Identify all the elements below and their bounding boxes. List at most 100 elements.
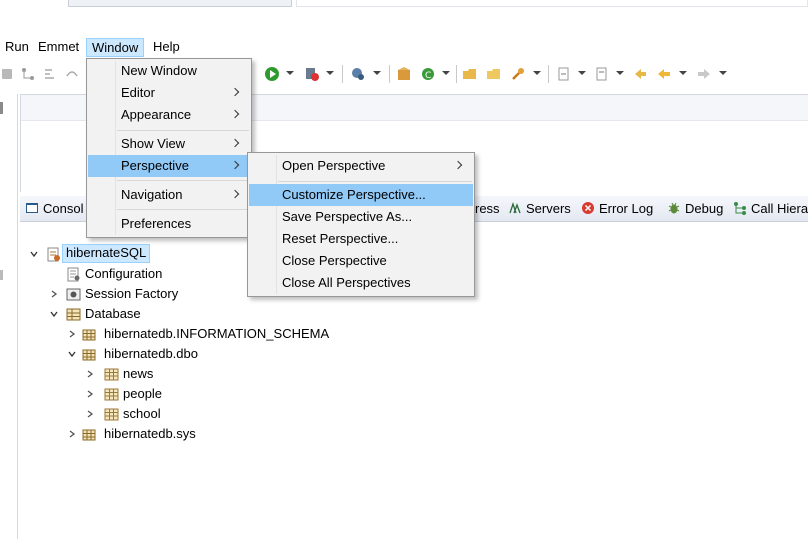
tree-schema-label: hibernatedb.sys: [104, 426, 196, 441]
submenu-arrow-icon: [230, 87, 240, 97]
chevron-down-icon[interactable]: [68, 350, 76, 358]
menu-item-label: Reset Perspective...: [282, 231, 399, 246]
trim-icon[interactable]: [0, 102, 6, 114]
tree-node-table[interactable]: school: [86, 404, 286, 424]
tree-node-schema[interactable]: hibernatedb.INFORMATION_SCHEMA: [68, 324, 388, 344]
tab-servers[interactable]: Servers: [508, 200, 571, 218]
tree-node-table[interactable]: people: [86, 384, 286, 404]
external-tools-icon[interactable]: [350, 66, 366, 82]
new-package-icon[interactable]: [396, 66, 412, 82]
external-tools-dropdown-icon[interactable]: [373, 71, 381, 75]
run-server-dropdown-icon[interactable]: [326, 71, 334, 75]
step-over-icon[interactable]: [64, 66, 80, 82]
next-annotation-icon[interactable]: [556, 66, 572, 82]
menu-item-open-perspective[interactable]: Open Perspective: [249, 155, 473, 177]
menu-window[interactable]: Window: [86, 38, 145, 57]
tree-node-database[interactable]: Database: [50, 304, 250, 324]
debug-bug-icon: [668, 202, 680, 214]
menu-item-new-window[interactable]: New Window: [88, 60, 250, 82]
back-icon[interactable]: [656, 66, 672, 82]
new-class-dropdown-icon[interactable]: [442, 71, 450, 75]
chevron-right-icon[interactable]: [86, 410, 94, 418]
chevron-right-icon[interactable]: [86, 390, 94, 398]
toolbar-separator: [389, 65, 390, 83]
run-server-icon[interactable]: [304, 66, 320, 82]
new-class-icon[interactable]: C: [420, 66, 436, 82]
tree-node-root[interactable]: hibernateSQL: [30, 244, 230, 264]
schema-icon: [82, 329, 96, 341]
editor-tab-fragment[interactable]: [68, 0, 292, 7]
tab-console-label: Consol: [43, 201, 84, 216]
tab-progress-label: ress: [475, 201, 500, 216]
menu-item-save-perspective-as[interactable]: Save Perspective As...: [249, 206, 473, 228]
trim-icon-2[interactable]: [0, 270, 6, 280]
next-annotation-dropdown-icon[interactable]: [578, 71, 586, 75]
chevron-down-icon[interactable]: [30, 250, 38, 258]
menu-emmet[interactable]: Emmet: [33, 38, 84, 57]
left-trim-bar: [0, 94, 18, 539]
tree-session-factory-label: Session Factory: [85, 286, 179, 301]
menu-item-close-perspective[interactable]: Close Perspective: [249, 250, 473, 272]
menu-item-close-all-perspectives[interactable]: Close All Perspectives: [249, 272, 473, 294]
back-dropdown-icon[interactable]: [679, 71, 687, 75]
menu-item-customize-perspective[interactable]: Customize Perspective...: [249, 184, 473, 206]
chevron-right-icon[interactable]: [50, 290, 58, 298]
prev-annotation-dropdown-icon[interactable]: [616, 71, 624, 75]
tree-root-label: hibernateSQL: [62, 244, 151, 263]
tab-debug[interactable]: Debug: [667, 200, 723, 218]
tree-schema-label: hibernatedb.INFORMATION_SCHEMA: [104, 326, 330, 341]
tab-error-log-label: Error Log: [599, 201, 654, 216]
hibernate-config-icon: [47, 247, 60, 262]
tree-table-label: news: [123, 366, 154, 381]
chevron-right-icon[interactable]: [68, 330, 76, 338]
menu-item-appearance[interactable]: Appearance: [88, 104, 250, 126]
menu-item-perspective[interactable]: Perspective: [88, 155, 250, 177]
menu-separator: [117, 209, 249, 210]
tab-call-hierarchy[interactable]: Call Hiera: [733, 200, 808, 218]
tree-node-table[interactable]: news: [86, 364, 286, 384]
tree-node-schema[interactable]: hibernatedb.dbo: [68, 344, 388, 364]
menu-item-label: Customize Perspective...: [282, 187, 426, 202]
menu-item-reset-perspective[interactable]: Reset Perspective...: [249, 228, 473, 250]
call-hierarchy-icon: [734, 202, 746, 215]
tree-node-schema[interactable]: hibernatedb.sys: [68, 424, 388, 444]
menu-item-editor[interactable]: Editor: [88, 82, 250, 104]
search-icon[interactable]: [510, 66, 526, 82]
menu-item-label: Show View: [121, 136, 186, 151]
menu-help[interactable]: Help: [148, 38, 185, 57]
chevron-right-icon[interactable]: [68, 430, 76, 438]
run-dropdown-icon[interactable]: [286, 71, 294, 75]
toolbar-separator: [342, 65, 343, 83]
open-folder-icon[interactable]: [486, 66, 502, 82]
run-icon[interactable]: [264, 66, 280, 82]
tree-node-configuration[interactable]: Configuration: [50, 264, 250, 284]
tab-progress[interactable]: ress: [475, 200, 500, 218]
tab-console[interactable]: Consol: [25, 200, 83, 218]
menu-item-label: Close Perspective: [282, 253, 387, 268]
open-type-icon[interactable]: [462, 66, 478, 82]
tree-node-session-factory[interactable]: Session Factory: [50, 284, 250, 304]
menu-item-preferences[interactable]: Preferences: [88, 213, 250, 235]
tab-error-log[interactable]: Error Log: [581, 200, 653, 218]
submenu-arrow-icon: [230, 189, 240, 199]
menu-run[interactable]: Run: [0, 38, 34, 57]
database-icon: [66, 308, 81, 321]
prev-annotation-icon[interactable]: [594, 66, 610, 82]
stop-icon[interactable]: [0, 66, 16, 82]
console-icon: [26, 203, 38, 213]
search-dropdown-icon[interactable]: [533, 71, 541, 75]
forward-dropdown-icon[interactable]: [719, 71, 727, 75]
menu-item-label: New Window: [121, 63, 197, 78]
window-top-strip: [0, 0, 808, 8]
menu-item-label: Perspective: [121, 158, 189, 173]
menu-item-label: Close All Perspectives: [282, 275, 411, 290]
chevron-down-icon[interactable]: [50, 310, 58, 318]
table-icon: [104, 408, 119, 421]
chevron-right-icon[interactable]: [86, 370, 94, 378]
last-edit-icon[interactable]: [632, 66, 648, 82]
step-into-icon[interactable]: [42, 66, 58, 82]
hierarchy-icon[interactable]: [20, 66, 36, 82]
menu-item-navigation[interactable]: Navigation: [88, 184, 250, 206]
menu-item-show-view[interactable]: Show View: [88, 133, 250, 155]
forward-icon[interactable]: [696, 66, 712, 82]
